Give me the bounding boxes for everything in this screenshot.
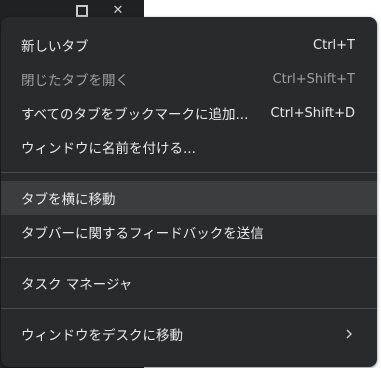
menu-item-tab-bar-feedback[interactable]: タブバーに関するフィードバックを送信	[1, 215, 377, 249]
menu-item-shortcut: Ctrl+Shift+T	[272, 71, 355, 87]
menu-item-move-tab-sideways[interactable]: タブを横に移動	[1, 181, 377, 215]
close-icon[interactable]: ✕	[110, 4, 126, 18]
chevron-right-icon	[346, 329, 352, 339]
menu-item-new-tab[interactable]: 新しいタブ Ctrl+T	[1, 28, 377, 62]
menu-item-shortcut: Ctrl+T	[313, 37, 355, 53]
menu-separator	[1, 257, 377, 258]
menu-separator	[1, 308, 377, 309]
menu-item-task-manager[interactable]: タスク マネージャ	[1, 266, 377, 300]
menu-item-name-window[interactable]: ウィンドウに名前を付ける...	[1, 130, 377, 164]
menu-item-reopen-closed-tab: 閉じたタブを開く Ctrl+Shift+T	[1, 62, 377, 96]
menu-item-shortcut: Ctrl+Shift+D	[270, 105, 355, 121]
menu-item-label: 新しいタブ	[21, 39, 89, 55]
menu-item-label: ウィンドウに名前を付ける...	[21, 141, 196, 157]
menu-item-label: タブバーに関するフィードバックを送信	[21, 226, 264, 242]
menu-item-label: タスク マネージャ	[21, 277, 133, 293]
menu-item-move-window-to-desk[interactable]: ウィンドウをデスクに移動	[1, 317, 377, 351]
menu-item-label: ウィンドウをデスクに移動	[21, 328, 183, 344]
tab-strip-context-menu: 新しいタブ Ctrl+T 閉じたタブを開く Ctrl+Shift+T すべてのタ…	[1, 17, 377, 367]
menu-item-label: すべてのタブをブックマークに追加...	[21, 107, 249, 123]
menu-item-label: タブを横に移動	[21, 192, 116, 208]
menu-item-label: 閉じたタブを開く	[21, 73, 129, 89]
menu-item-bookmark-all-tabs[interactable]: すべてのタブをブックマークに追加... Ctrl+Shift+D	[1, 96, 377, 130]
maximize-icon[interactable]	[74, 4, 90, 18]
menu-separator	[1, 172, 377, 173]
